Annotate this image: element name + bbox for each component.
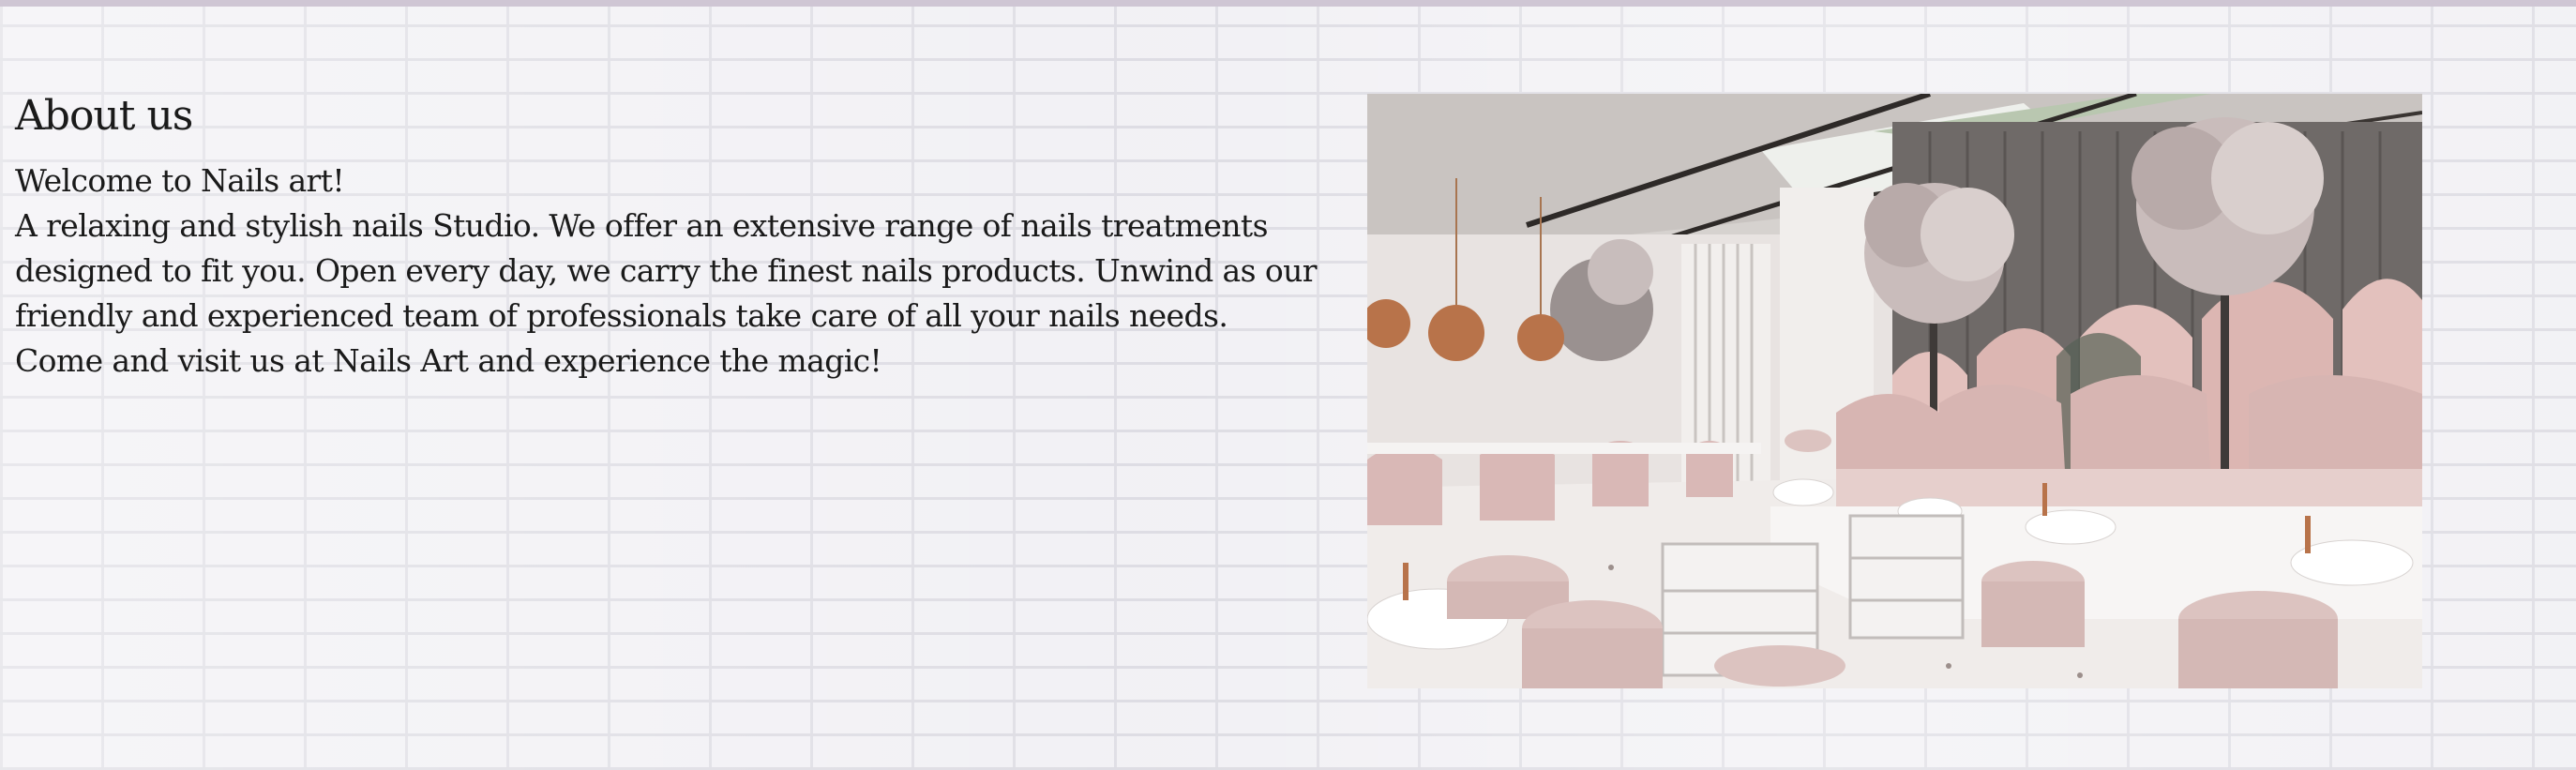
welcome-text: Welcome to Nails art!	[15, 161, 345, 199]
closing-text: Come and visit us at Nails Art and exper…	[15, 341, 882, 379]
about-text-block: About us Welcome to Nails art! A relaxin…	[15, 92, 1337, 384]
salon-interior-photo	[1367, 94, 2422, 688]
about-title: About us	[15, 92, 193, 140]
about-body: Welcome to Nails art! A relaxing and sty…	[15, 159, 1337, 384]
description-text: A relaxing and stylish nails Studio. We …	[15, 206, 1318, 334]
about-section: About us Welcome to Nails art! A relaxin…	[0, 0, 2576, 770]
